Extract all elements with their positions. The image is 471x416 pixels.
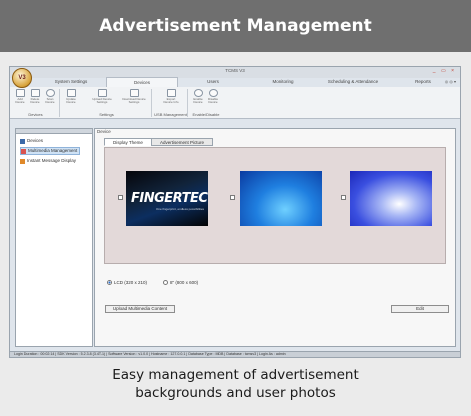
banner-title: Advertisement Management xyxy=(99,16,372,36)
disable-device-button[interactable]: Disable Device xyxy=(206,89,220,105)
header-banner: Advertisement Management xyxy=(0,0,471,52)
radio-off-icon xyxy=(163,280,168,285)
upload-icon xyxy=(97,89,107,97)
window-title: TCMS V3 xyxy=(225,68,245,73)
tab-users[interactable]: Users xyxy=(178,77,248,87)
resolution-radio-8inch[interactable]: 8" (800 x 600) xyxy=(163,280,198,285)
group-label-enable-disable: Enable/Disable xyxy=(192,112,220,117)
app-window: TCMS V3 _ ▭ × V3 System Settings Devices… xyxy=(9,66,461,358)
help-icons[interactable]: ◎ ◎ ▾ xyxy=(445,79,456,84)
resolution-radio-lcd[interactable]: LCD (320 x 210) xyxy=(107,280,147,285)
update-icon xyxy=(66,89,76,97)
tab-scheduling-attendance[interactable]: Scheduling & Attendance xyxy=(318,77,388,87)
theme-checkbox-1[interactable] xyxy=(118,195,123,200)
ribbon-group-enable-disable: Enable Device Disable Device Enable/Disa… xyxy=(190,89,222,117)
multimedia-panel: Device Display Theme Advertisement Pictu… xyxy=(94,128,456,347)
navigation-tree: Devices Multimedia Management Instant Me… xyxy=(15,128,93,347)
check-icon xyxy=(193,89,203,97)
tab-display-theme[interactable]: Display Theme xyxy=(104,138,152,146)
download-device-settings-button[interactable]: Download Device Settings xyxy=(120,89,148,105)
sub-tabs: Display Theme Advertisement Picture xyxy=(104,138,213,146)
export-device-info-button[interactable]: Export Device Info xyxy=(162,89,180,105)
group-label-devices: Devices xyxy=(28,112,43,117)
main-tabs: System Settings Devices Users Monitoring… xyxy=(36,77,458,87)
ribbon-group-devices: Add Device Delete Device Scan Device Dev… xyxy=(12,89,60,117)
group-label-usb: USB Management xyxy=(154,112,187,117)
add-device-button[interactable]: Add Device xyxy=(13,89,27,105)
panel-title: Device xyxy=(97,129,111,134)
ribbon: Add Device Delete Device Scan Device Dev… xyxy=(10,87,460,119)
theme-preview-area: FINGERTEC One fingerprint, endless possi… xyxy=(104,147,446,264)
ribbon-group-usb: Export Device Info USB Management xyxy=(154,89,188,117)
upload-multimedia-content-button[interactable]: Upload Multimedia Content xyxy=(105,305,175,313)
message-icon xyxy=(20,158,25,164)
delete-device-icon xyxy=(30,89,40,97)
edit-button[interactable]: Edit xyxy=(391,305,449,313)
delete-device-button[interactable]: Delete Device xyxy=(28,89,42,105)
group-label-settings: Settings xyxy=(99,112,114,117)
tab-advertisement-picture[interactable]: Advertisement Picture xyxy=(150,138,213,146)
tree-header xyxy=(16,129,92,134)
caption: Easy management of advertisement backgro… xyxy=(0,366,471,402)
theme-checkbox-2[interactable] xyxy=(230,195,235,200)
tab-monitoring[interactable]: Monitoring xyxy=(248,77,318,87)
tab-system-settings[interactable]: System Settings xyxy=(36,77,106,87)
multimedia-icon xyxy=(21,148,26,154)
tree-item-devices[interactable]: Devices xyxy=(20,137,45,145)
scan-device-button[interactable]: Scan Device xyxy=(43,89,57,105)
tree-item-multimedia-management[interactable]: Multimedia Management xyxy=(20,147,81,155)
enable-device-button[interactable]: Enable Device xyxy=(191,89,205,105)
theme-thumbnail-3[interactable] xyxy=(350,171,432,226)
theme-thumbnail-2[interactable] xyxy=(240,171,322,226)
radio-on-icon xyxy=(107,280,112,285)
usb-icon xyxy=(166,89,176,97)
app-logo-icon[interactable]: V3 xyxy=(12,68,32,88)
download-icon xyxy=(129,89,139,97)
minus-icon xyxy=(208,89,218,97)
ribbon-group-settings: Update Device Upload Device Settings Dow… xyxy=(62,89,152,117)
device-icon xyxy=(20,138,25,144)
theme-checkbox-3[interactable] xyxy=(341,195,346,200)
thumbnail-tagline: One fingerprint, endless possibilities xyxy=(156,207,205,211)
thumbnail-brand: FINGERTEC xyxy=(131,191,208,206)
caption-line-1: Easy management of advertisement xyxy=(112,367,359,383)
search-icon xyxy=(45,89,55,97)
add-device-icon xyxy=(15,89,25,97)
window-controls[interactable]: _ ▭ × xyxy=(433,68,456,74)
caption-line-2: backgrounds and user photos xyxy=(135,385,336,401)
upload-device-settings-button[interactable]: Upload Device Settings xyxy=(90,89,114,105)
tab-devices[interactable]: Devices xyxy=(106,77,178,87)
update-device-button[interactable]: Update Device xyxy=(64,89,78,105)
status-bar: Login Duration : 00:02:14 | SDK Version … xyxy=(10,351,460,357)
theme-thumbnail-1[interactable]: FINGERTEC One fingerprint, endless possi… xyxy=(126,171,208,226)
tree-item-instant-message-display[interactable]: Instant Message Display xyxy=(20,157,78,165)
